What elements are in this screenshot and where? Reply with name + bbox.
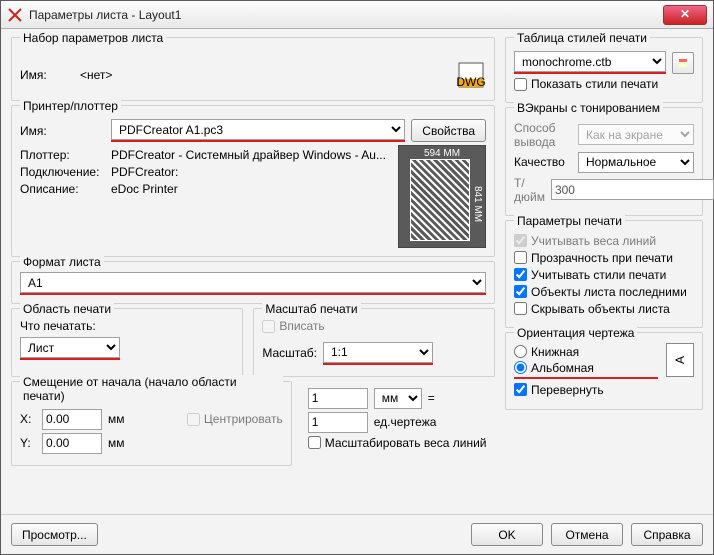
paper-size-select[interactable]: A1 [20,272,486,293]
area-what-label: Что печатать: [20,319,234,333]
scale-select[interactable]: 1:1 [323,342,433,363]
conn-value: PDFCreator: [111,165,178,179]
pencil-icon [677,57,689,69]
window-title: Параметры листа - Layout1 [29,8,663,22]
dpi-input [551,179,714,200]
offset-y-unit: мм [108,436,125,450]
quality-label: Качество [514,155,572,169]
page-setup-group: Набор параметров листа Имя: <нет> DWG [11,37,495,101]
viewports-title: ВЭкраны с тонированием [514,101,663,115]
dpi-label: Т/дюйм [514,176,545,204]
area-title: Область печати [20,302,114,316]
plot-style-edit-button[interactable] [672,52,694,74]
preview-height: 841 MM [472,186,483,222]
scale-unit-select[interactable]: мм [374,388,422,409]
display-plot-styles-check[interactable]: Показать стили печати [514,77,658,91]
preview-button[interactable]: Просмотр... [11,523,98,546]
landscape-radio[interactable]: Альбомная [514,361,658,375]
opt-paperspace-last[interactable]: Объекты листа последними [514,285,694,299]
plotter-label: Плоттер: [20,148,105,162]
plotopts-title: Параметры печати [514,214,625,228]
paper-preview: 594 MM 841 MM [398,145,486,248]
conn-label: Подключение: [20,165,105,179]
scale-title: Масштаб печати [262,302,360,316]
printer-name-label: Имя: [20,124,105,138]
offset-y-input[interactable] [42,433,102,454]
plot-options-group: Параметры печати Учитывать веса линий Пр… [505,220,703,328]
opt-transparency[interactable]: Прозрачность при печати [514,251,694,265]
pageset-name-label: Имя: [20,68,74,82]
orientation-icon: A [666,343,694,377]
help-button[interactable]: Справка [631,523,703,546]
plotter-value: PDFCreator - Системный драйвер Windows -… [111,148,386,162]
orientation-group: Ориентация чертежа Книжная Альбомная Пер… [505,332,703,410]
printer-props-button[interactable]: Свойства [411,119,486,142]
opt-plot-styles[interactable]: Учитывать стили печати [514,268,694,282]
shade-method-label: Способ вывода [514,121,572,149]
button-bar: Просмотр... OK Отмена Справка [1,514,713,554]
scale-label: Масштаб: [262,346,317,360]
desc-value: eDoc Printer [111,182,178,196]
plot-area-group: Область печати Что печатать: Лист [11,308,243,377]
fit-to-paper-check[interactable]: Вписать [262,319,324,333]
plot-style-group: Таблица стилей печати monochrome.ctb Пок… [505,37,703,103]
portrait-radio[interactable]: Книжная [514,345,658,359]
printer-name-select[interactable]: PDFCreator A1.pc3 [111,119,405,140]
plotstyle-title: Таблица стилей печати [514,31,650,45]
plot-style-select[interactable]: monochrome.ctb [514,51,666,72]
offset-x-input[interactable] [42,409,102,430]
ok-button[interactable]: OK [471,523,543,546]
upside-down-check[interactable]: Перевернуть [514,383,658,397]
orient-title: Ориентация чертежа [514,326,637,340]
pageset-name-value: <нет> [80,68,112,82]
cancel-button[interactable]: Отмена [551,523,623,546]
titlebar: Параметры листа - Layout1 ✕ [1,1,713,29]
printer-group: Принтер/плоттер Имя: PDFCreator A1.pc3 С… [11,105,495,257]
area-what-select[interactable]: Лист [20,337,120,358]
offset-x-label: X: [20,412,36,426]
center-plot-check[interactable]: Центрировать [187,412,283,426]
page-setup-dialog: Параметры листа - Layout1 ✕ Набор параме… [0,0,714,555]
scale-den-input[interactable] [308,412,368,433]
scale-equals: = [428,391,435,405]
paper-title: Формат листа [20,255,104,269]
offset-x-unit: мм [108,412,125,426]
shaded-viewport-group: ВЭкраны с тонированием Способ выводаКак … [505,107,703,216]
shade-method-select: Как на экране [578,124,694,145]
printer-title: Принтер/плоттер [20,99,121,113]
page-setup-title: Набор параметров листа [20,31,166,45]
opt-lineweights[interactable]: Учитывать веса линий [514,234,694,248]
scale-num-input[interactable] [308,388,368,409]
paper-size-group: Формат листа A1 [11,261,495,304]
offset-y-label: Y: [20,436,36,450]
opt-hide-paperspace[interactable]: Скрывать объекты листа [514,302,694,316]
offset-group: Смещение от начала (начало области печат… [11,381,292,466]
scale-den-unit: ед.чертежа [374,415,437,429]
preview-width: 594 MM [399,148,485,159]
offset-title: Смещение от начала (начало области печат… [20,375,283,403]
svg-text:DWG: DWG [456,75,485,89]
quality-select[interactable]: Нормальное [578,152,694,173]
scale-lineweights-check[interactable]: Масштабировать веса линий [308,436,487,450]
close-button[interactable]: ✕ [663,5,707,25]
desc-label: Описание: [20,182,105,196]
dwg-icon: DWG [456,61,486,89]
plot-scale-group: Масштаб печати Вписать Масштаб: 1:1 [253,308,495,377]
app-icon [7,7,23,23]
